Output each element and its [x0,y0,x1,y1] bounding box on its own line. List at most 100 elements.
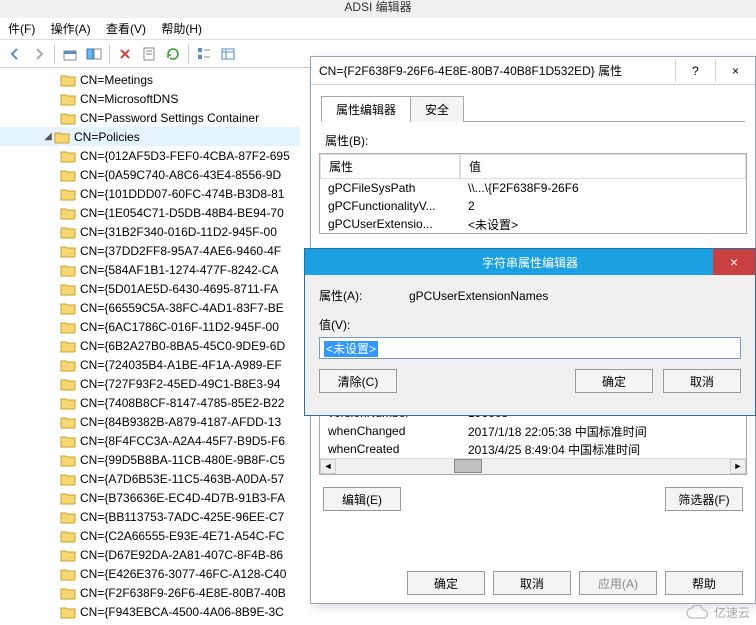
delete-button[interactable] [114,43,136,65]
tree-item[interactable]: CN={84B9382B-A879-4187-AFDD-13 [0,412,300,431]
menu-bar: 件(F) 操作(A) 查看(V) 帮助(H) [0,18,756,40]
attr-name: gPCFileSysPath [320,181,460,195]
cancel-button[interactable]: 取消 [493,571,571,595]
tree-item[interactable]: CN={B736636E-EC4D-4D7B-91B3-FA [0,488,300,507]
scroll-thumb[interactable] [454,459,482,473]
forward-button[interactable] [28,43,50,65]
close-button[interactable]: × [713,249,755,275]
tree-item-label: CN={584AF1B1-1274-477F-8242-CA [80,263,278,277]
clear-button[interactable]: 清除(C) [319,369,397,393]
separator [54,44,55,64]
folder-icon [60,244,76,258]
attribute-table[interactable]: 属性 值 gPCFileSysPath\\...\{F2F638F9-26F6g… [319,153,747,234]
edit-button[interactable]: 编辑(E) [323,487,401,511]
attr-row[interactable]: gPCFileSysPath\\...\{F2F638F9-26F6 [320,179,746,197]
value-input[interactable]: <未设置> [319,337,741,359]
tree-item-label: CN={A7D6B53E-11C5-463B-A0DA-57 [80,472,284,486]
tree-item-label: CN={F943EBCA-4500-4A06-8B9E-3C [80,605,284,619]
dialog-title-bar[interactable]: CN={F2F638F9-26F6-4E8E-80B7-40B8F1D532ED… [311,57,755,85]
tree-item[interactable]: CN={37DD2FF8-95A7-4AE6-9460-4F [0,241,300,260]
folder-icon [60,605,76,619]
menu-view[interactable]: 查看(V) [100,18,152,40]
tree-item[interactable]: CN={66559C5A-38FC-4AD1-83F7-BE [0,298,300,317]
view-icons-button[interactable] [193,43,215,65]
tree-item[interactable]: CN={31B2F340-016D-11D2-945F-00 [0,222,300,241]
help-button[interactable]: 帮助 [665,571,743,595]
tree-item[interactable]: CN={584AF1B1-1274-477F-8242-CA [0,260,300,279]
attr-field: 属性(A): gPCUserExtensionNames [319,287,741,304]
back-button[interactable] [4,43,26,65]
apply-button[interactable]: 应用(A) [579,571,657,595]
menu-file[interactable]: 件(F) [2,18,41,40]
tab-security[interactable]: 安全 [410,96,464,122]
tree-item[interactable]: CN={6B2A27B0-8BA5-45C0-9DE9-6D [0,336,300,355]
close-button[interactable]: × [715,60,755,82]
tree-item[interactable]: CN={A7D6B53E-11C5-463B-A0DA-57 [0,469,300,488]
tree-item[interactable]: CN={0A59C740-A8C6-43E4-8556-9D [0,165,300,184]
attr-value: <未设置> [460,216,746,233]
tree-item[interactable]: CN={5D01AE5D-6430-4695-8711-FA [0,279,300,298]
show-pane-button[interactable] [83,43,105,65]
tree-item[interactable]: CN={D67E92DA-2A81-407C-8F4B-86 [0,545,300,564]
tree-item-label: CN={37DD2FF8-95A7-4AE6-9460-4F [80,244,281,258]
attr-row[interactable]: gPCFunctionalityV...2 [320,197,746,215]
tree-item[interactable]: CN=Meetings [0,70,300,89]
tree-item[interactable]: CN=MicrosoftDNS [0,89,300,108]
attr-value: 2013/4/25 8:49:04 中国标准时间 [460,441,746,458]
tree-item[interactable]: CN={727F93F2-45ED-49C1-B8E3-94 [0,374,300,393]
tree-item-label: CN=Meetings [80,73,153,87]
tree-item[interactable]: CN={012AF5D3-FEF0-4CBA-87F2-695 [0,146,300,165]
folder-icon [60,396,76,410]
tree-item[interactable]: ◢CN=Policies [0,127,300,146]
scroll-left-icon[interactable]: ◄ [320,459,336,474]
menu-action[interactable]: 操作(A) [45,18,97,40]
view-details-button[interactable] [217,43,239,65]
tree-item[interactable]: CN={C2A66555-E93E-4E71-A54C-FC [0,526,300,545]
properties-button[interactable] [138,43,160,65]
app-title: ADSI 编辑器 [344,0,411,14]
string-editor-buttons: 清除(C) 确定 取消 [319,369,741,393]
help-button[interactable]: ? [675,60,715,82]
ok-button[interactable]: 确定 [575,369,653,393]
separator [109,44,110,64]
app-title-bar: ADSI 编辑器 [0,0,756,18]
tree-item[interactable]: CN={BB113753-7ADC-425E-96EE-C7 [0,507,300,526]
string-editor-title-bar[interactable]: 字符串属性编辑器 × [305,249,755,275]
value-label: 值(V): [319,316,741,333]
h-scrollbar[interactable]: ◄ ► [320,458,746,474]
tree-item[interactable]: CN={7408B8CF-8147-4785-85E2-B22 [0,393,300,412]
refresh-button[interactable] [162,43,184,65]
folder-icon [60,567,76,581]
cloud-icon [686,605,710,621]
col-value[interactable]: 值 [460,154,746,179]
attr-value: 2 [460,199,746,213]
attr-row[interactable]: gPCUserExtensio...<未设置> [320,215,746,233]
filter-button[interactable]: 筛选器(F) [665,487,743,511]
cancel-button[interactable]: 取消 [663,369,741,393]
tree-item[interactable]: CN={1E054C71-D5DB-48B4-BE94-70 [0,203,300,222]
tree-item[interactable]: CN={F2F638F9-26F6-4E8E-80B7-40B [0,583,300,602]
value-selection: <未设置> [324,341,378,357]
tree-item[interactable]: CN={724035B4-A1BE-4F1A-A989-EF [0,355,300,374]
expand-arrow-icon[interactable]: ◢ [42,131,54,142]
attr-row[interactable]: whenCreated2013/4/25 8:49:04 中国标准时间 [320,440,746,458]
tree-item-label: CN={6AC1786C-016F-11D2-945F-00 [80,320,279,334]
tree-view[interactable]: CN=Meetings CN=MicrosoftDNSCN=Password Se… [0,68,300,625]
col-name[interactable]: 属性 [320,154,460,179]
tree-item[interactable]: CN={F943EBCA-4500-4A06-8B9E-3C [0,602,300,621]
scroll-track[interactable] [336,459,730,474]
tree-item[interactable]: CN=Password Settings Container [0,108,300,127]
up-button[interactable] [59,43,81,65]
ok-button[interactable]: 确定 [407,571,485,595]
tree-item[interactable]: CN={6AC1786C-016F-11D2-945F-00 [0,317,300,336]
tree-item[interactable]: CN={E426E376-3077-46FC-A128-C40 [0,564,300,583]
tree-item[interactable]: CN={101DDD07-60FC-474B-B3D8-81 [0,184,300,203]
tree-item-label: CN={6B2A27B0-8BA5-45C0-9DE9-6D [80,339,285,353]
menu-help[interactable]: 帮助(H) [155,18,208,40]
tab-attribute-editor[interactable]: 属性编辑器 [321,96,411,122]
table-header: 属性 值 [320,154,746,179]
tree-item[interactable]: CN={8F4FCC3A-A2A4-45F7-B9D5-F6 [0,431,300,450]
attr-row[interactable]: whenChanged2017/1/18 22:05:38 中国标准时间 [320,422,746,440]
scroll-right-icon[interactable]: ► [730,459,746,474]
tree-item[interactable]: CN={99D5B8BA-11CB-480E-9B8F-C5 [0,450,300,469]
